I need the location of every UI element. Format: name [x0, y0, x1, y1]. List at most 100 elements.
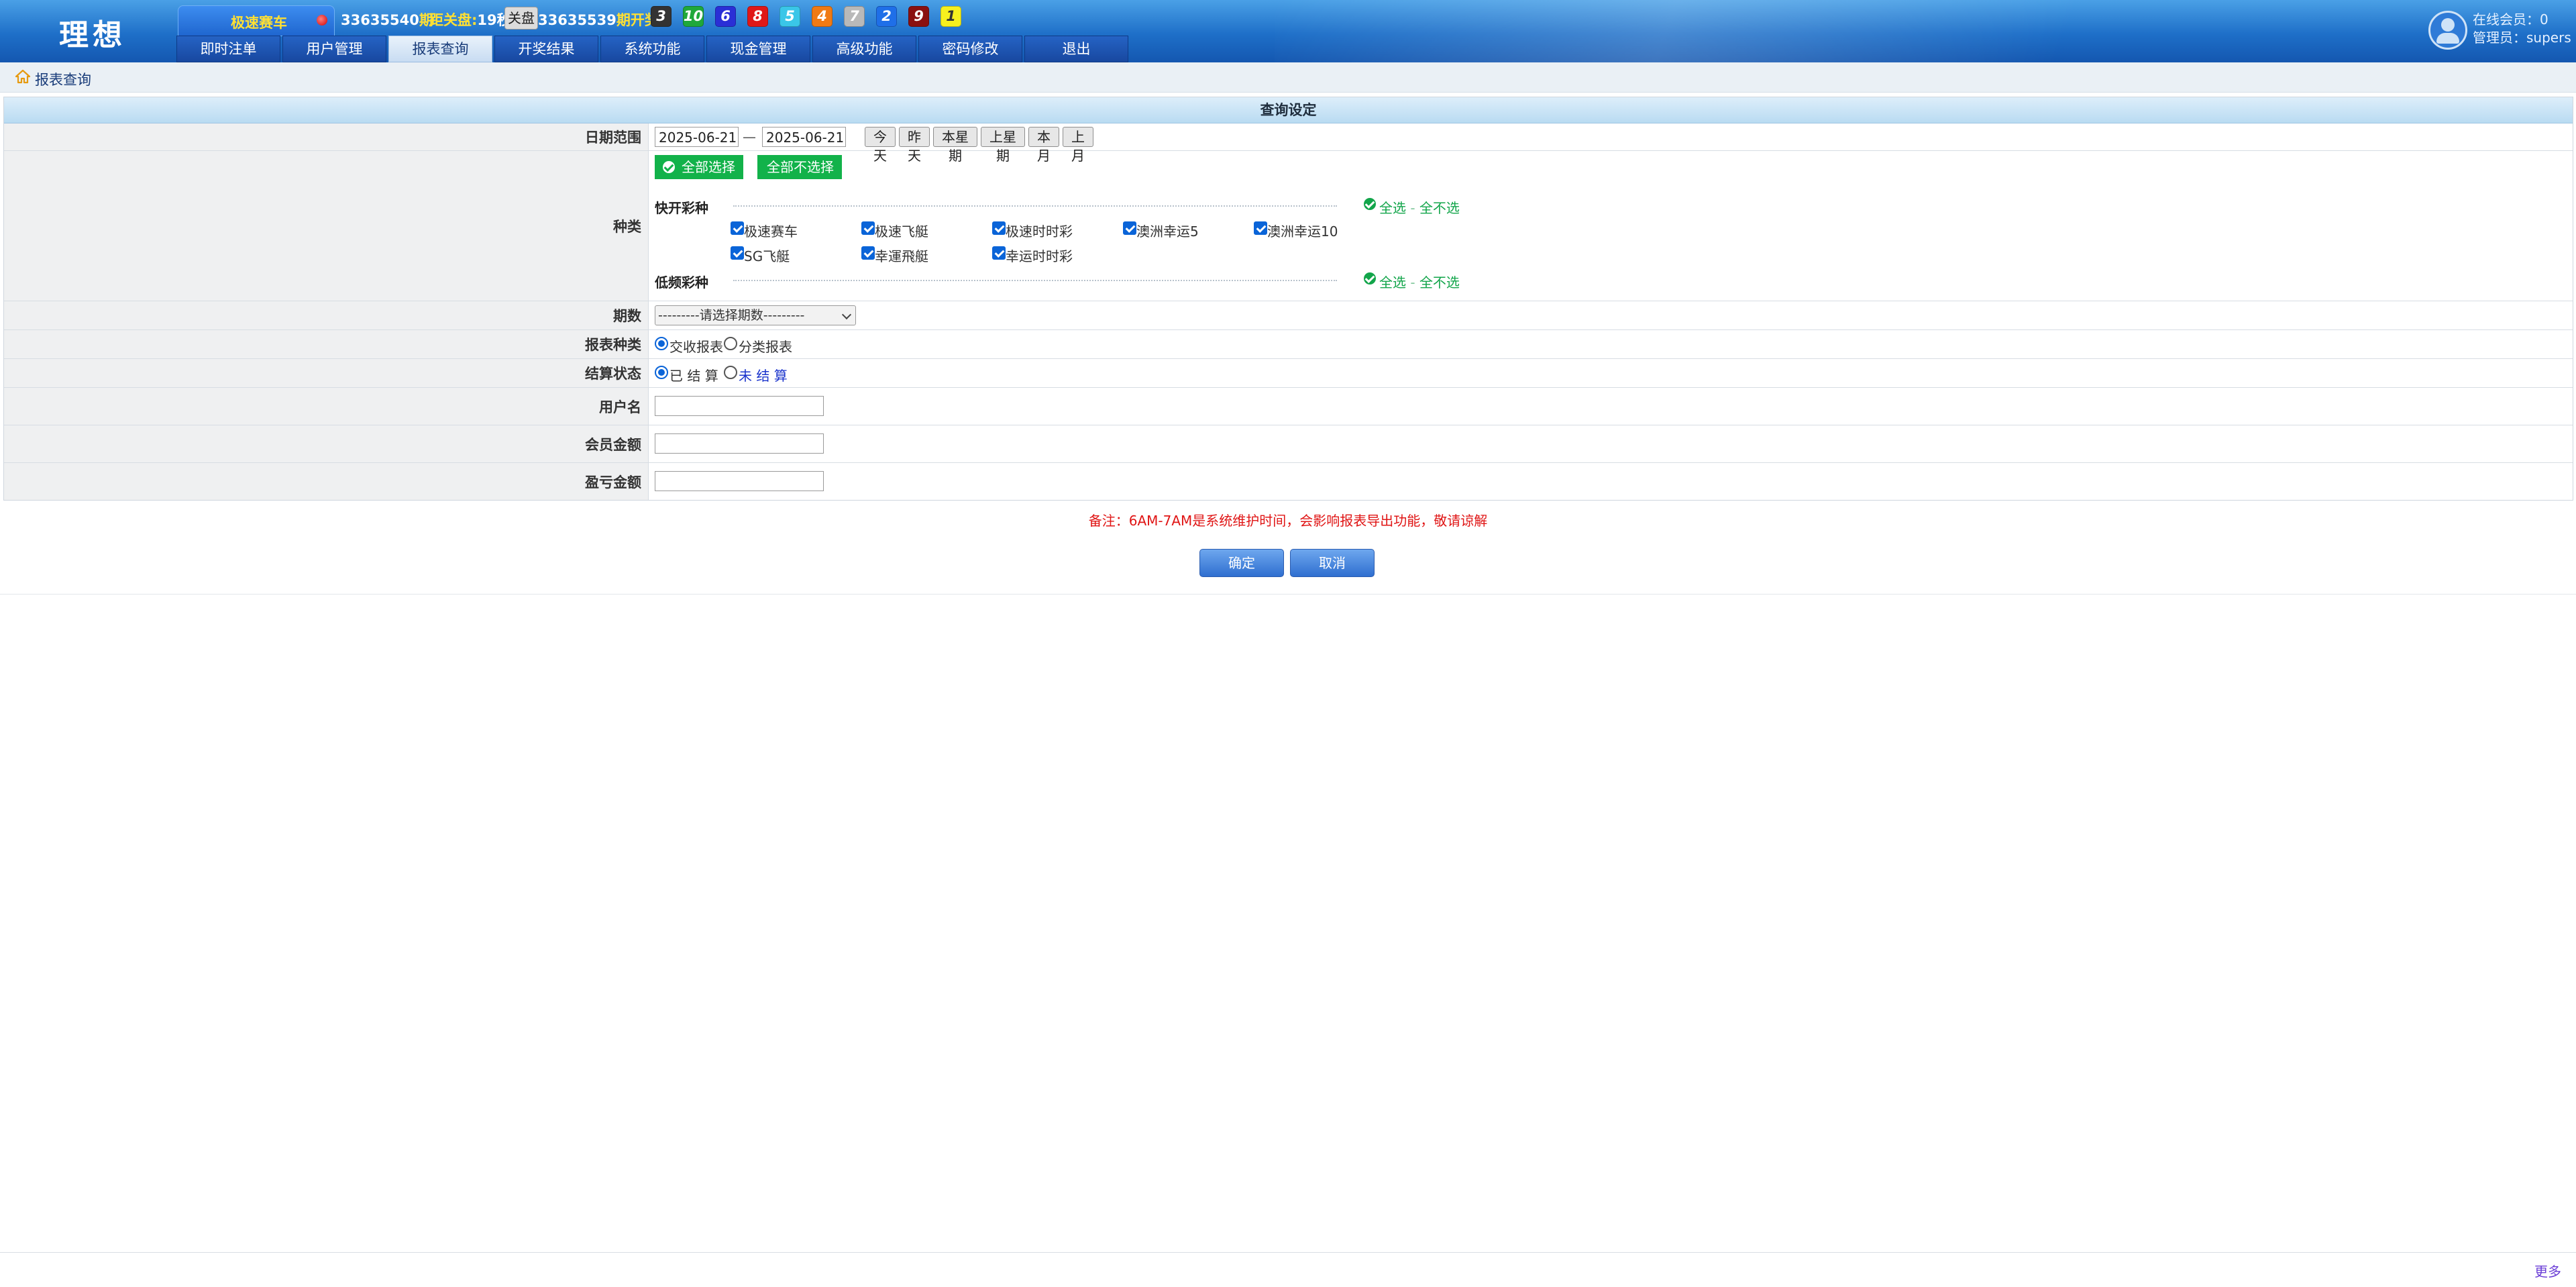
breadcrumb-label[interactable]: 报表查询 [35, 69, 91, 89]
draw-ball: 4 [812, 6, 833, 27]
last-draw-line: 33635539期开奖: [538, 9, 664, 30]
user-avatar-icon [2428, 11, 2467, 50]
content-divider [0, 594, 2576, 595]
nav-tab[interactable]: 密码修改 [918, 36, 1022, 62]
top-header: 理想 极速赛车 33635540期 距关盘:19秒 关盘 33635539期开奖… [0, 0, 2576, 62]
slow-group-divider [733, 280, 1337, 281]
fast-group-title: 快开彩种 [655, 200, 708, 216]
slow-select-all-link[interactable]: 全选 [1379, 274, 1406, 291]
username-label: 用户名 [599, 399, 641, 415]
quick-date-button[interactable]: 上月 [1063, 127, 1093, 164]
header-sheen [1275, 0, 2147, 62]
member-amount-input[interactable] [655, 433, 824, 454]
settle-status-row: 结算状态 已 结 算 未 结 算 [4, 359, 2573, 388]
quick-date-button[interactable]: 昨天 [899, 127, 930, 164]
slow-group-title: 低频彩种 [655, 274, 708, 291]
nav-tab[interactable]: 用户管理 [282, 36, 386, 62]
game-name: 极速赛车 [231, 15, 287, 31]
fast-select-all-link[interactable]: 全选 [1379, 200, 1406, 216]
nav-tab[interactable]: 退出 [1024, 36, 1128, 62]
lottery-checkbox[interactable] [992, 246, 1006, 260]
current-issue: 33635540 [341, 12, 419, 28]
report-type-radio-settle[interactable] [655, 337, 668, 350]
quick-date-button[interactable]: 本星期 [933, 127, 977, 164]
report-type-category-label: 分类报表 [739, 339, 792, 355]
draw-ball: 2 [876, 6, 897, 27]
lottery-checkbox-label: 幸运时时彩 [1006, 248, 1073, 264]
lottery-checkbox[interactable] [731, 221, 744, 235]
slow-select-none-link[interactable]: 全不选 [1419, 274, 1460, 291]
admin-label: 管理员： [2473, 30, 2526, 46]
nav-tab[interactable]: 高级功能 [812, 36, 916, 62]
period-select-value: ---------请选择期数--------- [658, 308, 805, 323]
unsettled-label: 未 结 算 [739, 368, 788, 384]
nav-tab[interactable]: 即时注单 [176, 36, 280, 62]
settled-radio[interactable] [655, 366, 668, 379]
select-none-label: 全部不选择 [767, 159, 834, 175]
admin-name: supers [2526, 30, 2571, 46]
category-row: 种类 全部选择 全部不选择 快开彩种 全选 - 全不选 极速赛车 极速飞艇 极速时时… [4, 151, 2573, 301]
last-issue: 33635539 [538, 12, 616, 28]
fast-select-none-link[interactable]: 全不选 [1419, 200, 1460, 216]
lottery-checkbox-label: 澳洲幸运5 [1136, 223, 1199, 240]
start-date-input[interactable]: 2025-06-21 [655, 127, 739, 147]
lottery-checkbox[interactable] [861, 246, 875, 260]
game-selector-tab[interactable]: 极速赛车 [178, 5, 335, 36]
quick-date-button[interactable]: 上星期 [981, 127, 1025, 164]
home-icon[interactable] [15, 69, 31, 84]
maintenance-note: 备注：6AM-7AM是系统维护时间，会影响报表导出功能，敬请谅解 [1088, 513, 1488, 529]
slow-all-check-icon [1364, 272, 1376, 285]
close-label: 距关盘: [429, 12, 478, 28]
select-none-button[interactable]: 全部不选择 [757, 155, 842, 179]
lottery-checkbox-label: 极速飞艇 [875, 223, 928, 240]
lottery-checkbox-label: 极速赛车 [744, 223, 798, 240]
cancel-button[interactable]: 取消 [1290, 549, 1375, 577]
footer-bar: 更多 [0, 1252, 2576, 1281]
profit-amount-row: 盈亏金额 [4, 463, 2573, 500]
username-row: 用户名 [4, 388, 2573, 425]
unsettled-radio[interactable] [724, 366, 737, 379]
period-row: 期数 ---------请选择期数--------- [4, 301, 2573, 330]
close-status-badge: 关盘 [504, 7, 538, 30]
end-date-input[interactable]: 2025-06-21 [762, 127, 846, 147]
nav-tab[interactable]: 报表查询 [388, 36, 492, 62]
nav-tab[interactable]: 现金管理 [706, 36, 810, 62]
username-input[interactable] [655, 396, 824, 416]
lottery-checkbox[interactable] [731, 246, 744, 260]
lottery-checkbox[interactable] [861, 221, 875, 235]
category-label: 种类 [613, 218, 641, 235]
report-type-radio-category[interactable] [724, 337, 737, 350]
report-type-label: 报表种类 [585, 337, 641, 353]
confirm-button[interactable]: 确定 [1199, 549, 1284, 577]
fast-group-divider [733, 205, 1337, 207]
slow-group-links: 全选 - 全不选 [1379, 274, 1460, 291]
draw-ball: 1 [941, 6, 961, 27]
lottery-checkbox-label: SG飞艇 [744, 248, 790, 264]
status-dot-icon [317, 15, 327, 25]
draw-ball: 6 [715, 6, 736, 27]
online-text: 在线会员：0 管理员：supers [2473, 11, 2571, 47]
lottery-checkbox[interactable] [1123, 221, 1136, 235]
period-select[interactable]: ---------请选择期数--------- [655, 305, 856, 325]
check-circle-icon [663, 161, 675, 173]
quick-date-button[interactable]: 本月 [1028, 127, 1059, 164]
quick-date-button[interactable]: 今天 [865, 127, 896, 164]
form-title: 查询设定 [4, 97, 2573, 123]
lottery-checkbox[interactable] [992, 221, 1006, 235]
select-all-label: 全部选择 [682, 159, 735, 175]
period-label: 期数 [613, 308, 641, 324]
settled-label: 已 结 算 [669, 368, 718, 384]
lottery-checkbox-label: 幸運飛艇 [875, 248, 928, 264]
draw-ball: 3 [651, 6, 672, 27]
more-link[interactable]: 更多 [2534, 1261, 2561, 1280]
member-amount-row: 会员金额 [4, 425, 2573, 463]
breadcrumb: 报表查询 [0, 62, 2576, 93]
nav-tab[interactable]: 开奖结果 [494, 36, 598, 62]
select-all-button[interactable]: 全部选择 [655, 155, 743, 179]
date-range-label: 日期范围 [585, 130, 641, 146]
draw-ball: 10 [683, 6, 704, 27]
profit-amount-input[interactable] [655, 471, 824, 491]
lottery-checkbox[interactable] [1254, 221, 1267, 235]
nav-tab[interactable]: 系统功能 [600, 36, 704, 62]
lottery-checkbox-label: 极速时时彩 [1006, 223, 1073, 240]
